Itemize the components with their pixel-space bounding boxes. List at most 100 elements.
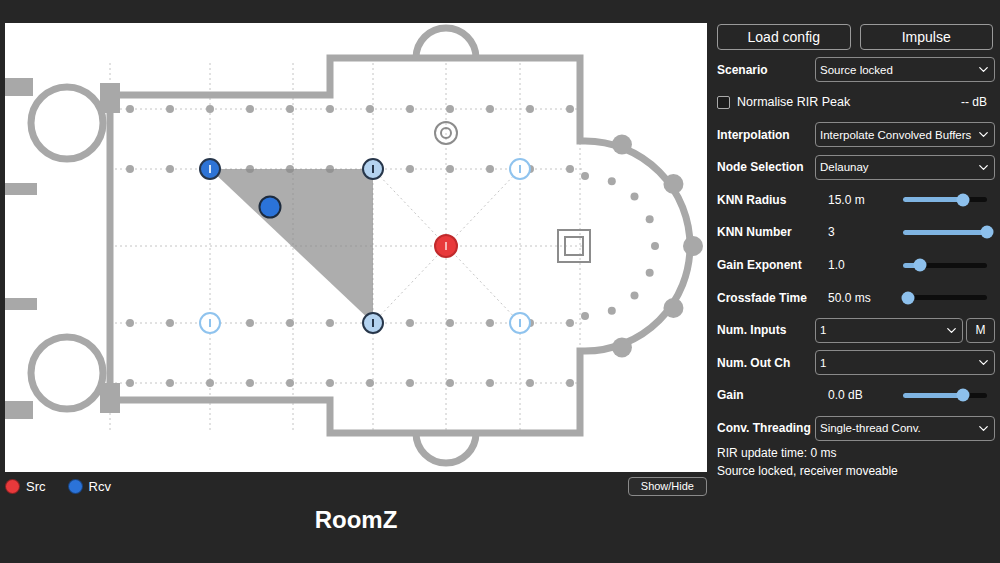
orientation-icon <box>209 319 211 327</box>
checkbox-label: Normalise RIR Peak <box>737 95 850 109</box>
room-canvas[interactable] <box>5 23 707 472</box>
legend-item: Rcv <box>68 479 111 494</box>
legend-dot <box>5 479 20 494</box>
chevron-down-icon <box>976 421 991 436</box>
legend-bar: Src Rcv Show/Hide <box>5 472 707 498</box>
slider-track[interactable] <box>903 263 987 268</box>
slider-value: 0.0 dB <box>828 388 903 402</box>
slider-row: KNN Number3 <box>717 220 995 245</box>
select-row: Conv. Threading Single-thread Conv. <box>717 416 995 441</box>
dropdown-value: Single-thread Conv. <box>820 422 921 434</box>
panel-button[interactable]: Impulse <box>860 24 994 50</box>
slider-row: Gain Exponent 1.0 <box>717 253 995 278</box>
ir-node[interactable] <box>509 158 531 180</box>
slider-fill <box>903 197 963 202</box>
control-label: Num. Out Ch <box>717 356 815 370</box>
left-column: Src Rcv Show/Hide RoomZ <box>0 0 707 563</box>
slider-thumb[interactable] <box>981 226 994 239</box>
ir-node[interactable] <box>362 312 384 334</box>
control-label: Scenario <box>717 63 815 77</box>
app-title: RoomZ <box>5 506 707 534</box>
chevron-down-icon <box>944 323 959 338</box>
slider-row: Crossfade Time 50.0 ms <box>717 285 995 310</box>
orientation-icon <box>445 242 447 250</box>
panel-button[interactable]: Load config <box>717 24 851 50</box>
control-label: Conv. Threading <box>717 421 815 435</box>
select-group: Delaunay <box>815 155 995 180</box>
slider: 3 <box>815 225 995 239</box>
slider: 0.0 dB <box>815 388 995 402</box>
dropdown[interactable]: Delaunay <box>815 155 995 180</box>
receiver-node[interactable] <box>259 196 282 219</box>
control-label: Crossfade Time <box>717 291 815 305</box>
slider-value: 50.0 ms <box>828 291 903 305</box>
slider-track[interactable] <box>903 230 987 235</box>
slider-track[interactable] <box>903 295 987 300</box>
dropdown[interactable]: 1 <box>815 350 995 375</box>
checkbox-row: Normalise RIR Peak -- dB <box>717 90 995 115</box>
dropdown-value: Delaunay <box>820 161 869 173</box>
dropdown-value: Source locked <box>820 64 893 76</box>
slider-thumb[interactable] <box>957 389 970 402</box>
plugin-window: Src Rcv Show/Hide RoomZ Load config Impulse Sc… <box>0 0 1000 563</box>
ir-node[interactable] <box>199 312 221 334</box>
control-label: Interpolation <box>717 128 815 142</box>
orientation-icon <box>519 319 521 327</box>
ir-node[interactable] <box>509 312 531 334</box>
slider-value: 1.0 <box>828 258 903 272</box>
control-label: Num. Inputs <box>717 323 815 337</box>
orientation-icon <box>519 165 521 173</box>
select-row: Scenario Source locked <box>717 57 995 82</box>
slider-track[interactable] <box>903 197 987 202</box>
dropdown[interactable]: Single-thread Conv. <box>815 416 995 441</box>
ir-node[interactable] <box>199 158 221 180</box>
dropdown-value: 1 <box>820 357 826 369</box>
slider-thumb[interactable] <box>902 291 915 304</box>
legend-label: Rcv <box>89 479 111 494</box>
slider-row: Gain 0.0 dB <box>717 383 995 408</box>
chevron-down-icon <box>976 62 991 77</box>
slider: 1.0 <box>815 258 995 272</box>
control-list: Scenario Source locked Normalise RIR Peak -… <box>717 57 995 441</box>
select-row: Num. Out Ch 1 <box>717 350 995 375</box>
floor-plan-map <box>5 23 707 472</box>
control-label: KNN Radius <box>717 193 815 207</box>
slider-thumb[interactable] <box>913 259 926 272</box>
button-row: Load config Impulse <box>717 24 993 50</box>
source-node[interactable] <box>434 234 458 258</box>
select-group: Source locked <box>815 57 995 82</box>
select-row: Interpolation Interpolate Convolved Buffe… <box>717 122 995 147</box>
orientation-icon <box>372 319 374 327</box>
chevron-down-icon <box>976 355 991 370</box>
dropdown-value: 1 <box>820 324 826 336</box>
chevron-down-icon <box>976 127 991 142</box>
select-group: 1 <box>815 350 995 375</box>
dropdown-value: Interpolate Convolved Buffers <box>820 129 971 141</box>
chevron-down-icon <box>976 160 991 175</box>
delaunay-triangle <box>210 169 373 323</box>
show-hide-button[interactable]: Show/Hide <box>628 477 707 496</box>
select-group: Single-thread Conv. <box>815 416 995 441</box>
select-group: 1M <box>815 318 995 343</box>
legend-item: Src <box>5 479 46 494</box>
mono-button[interactable]: M <box>966 318 995 343</box>
legend-label: Src <box>26 479 46 494</box>
select-group: Interpolate Convolved Buffers <box>815 122 995 147</box>
control-panel: Load config Impulse Scenario Source locked N… <box>717 0 995 563</box>
ir-node[interactable] <box>362 158 384 180</box>
orientation-icon <box>209 165 211 173</box>
checkbox[interactable] <box>717 96 730 109</box>
dropdown[interactable]: Source locked <box>815 57 995 82</box>
peak-reading: -- dB <box>961 95 987 109</box>
status-text: Source locked, receiver moveable <box>717 462 995 480</box>
control-label: Gain <box>717 388 815 402</box>
control-label: Gain Exponent <box>717 258 815 272</box>
dropdown[interactable]: Interpolate Convolved Buffers <box>815 122 995 147</box>
slider-thumb[interactable] <box>957 193 970 206</box>
dropdown[interactable]: 1 <box>815 318 963 343</box>
slider-track[interactable] <box>903 393 987 398</box>
control-label: Node Selection <box>717 160 815 174</box>
select-row: Num. Inputs1M <box>717 318 995 343</box>
status-block: RIR update time: 0 msSource locked, rece… <box>717 444 995 480</box>
slider-value: 15.0 m <box>828 193 903 207</box>
